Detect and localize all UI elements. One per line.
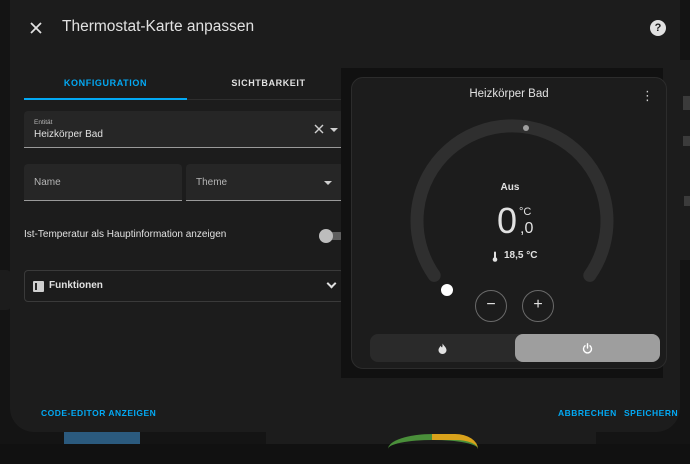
show-code-editor-button[interactable]: CODE-EDITOR ANZEIGEN	[41, 408, 156, 418]
decrease-temperature-button[interactable]: −	[475, 290, 507, 322]
name-placeholder: Name	[34, 177, 61, 188]
list-icon	[33, 281, 44, 292]
thermometer-icon	[492, 251, 498, 264]
theme-select[interactable]: Theme	[186, 164, 344, 201]
target-temperature-unit: °C	[519, 206, 532, 218]
show-current-as-primary-label: Ist-Temperatur als Hauptinformation anze…	[24, 229, 227, 240]
toggle-thumb[interactable]	[319, 229, 333, 243]
cancel-button[interactable]: ABBRECHEN	[558, 408, 617, 418]
tab-visibility[interactable]: SICHTBARKEIT	[187, 68, 350, 100]
theme-placeholder: Theme	[196, 177, 228, 188]
close-button[interactable]	[24, 16, 48, 40]
current-temperature: 18,5 °C	[504, 250, 538, 261]
card-title: Heizkörper Bad	[469, 88, 549, 100]
features-expander[interactable]: Funktionen	[24, 270, 344, 302]
help-icon[interactable]: ?	[650, 20, 666, 36]
dialog-title: Thermostat-Karte anpassen	[62, 18, 255, 35]
dropdown-caret-icon[interactable]	[324, 181, 332, 185]
entity-label: Entität	[34, 119, 53, 126]
chevron-down-icon[interactable]	[326, 278, 337, 289]
entity-picker[interactable]: Entität Heizkörper Bad	[24, 111, 344, 148]
fire-icon	[438, 343, 447, 354]
dropdown-caret-icon[interactable]	[330, 128, 338, 132]
entity-value: Heizkörper Bad	[34, 129, 103, 140]
tab-bar: KONFIGURATION SICHTBARKEIT	[24, 68, 354, 100]
background-card-element	[683, 96, 690, 110]
mode-off-button[interactable]	[515, 334, 660, 362]
thermostat-card-preview: Heizkörper Bad ⋮ Aus 0 °C ,0 18,5 °C − +	[351, 77, 667, 369]
features-label: Funktionen	[49, 280, 103, 291]
hvac-mode-selector	[370, 334, 660, 362]
background-card-bottom	[64, 432, 140, 444]
increase-temperature-button[interactable]: +	[522, 290, 554, 322]
target-temperature-decimal: ,0	[520, 220, 534, 237]
background-card-element	[684, 196, 690, 206]
save-button[interactable]: SPEICHERN	[624, 408, 678, 418]
power-icon	[582, 343, 593, 354]
clear-icon[interactable]	[314, 121, 324, 137]
name-input[interactable]: Name	[24, 164, 182, 201]
dial-target-marker	[523, 125, 529, 131]
hvac-mode-label: Aus	[500, 182, 520, 193]
tab-configuration[interactable]: KONFIGURATION	[24, 68, 187, 100]
close-icon	[30, 22, 42, 34]
background-gauge-arc	[432, 434, 478, 464]
more-options-icon[interactable]: ⋮	[641, 88, 654, 104]
mode-heat-button[interactable]	[370, 334, 515, 362]
dial-handle	[439, 282, 455, 298]
target-temperature: 0	[497, 200, 518, 241]
background-card-element	[683, 136, 690, 146]
